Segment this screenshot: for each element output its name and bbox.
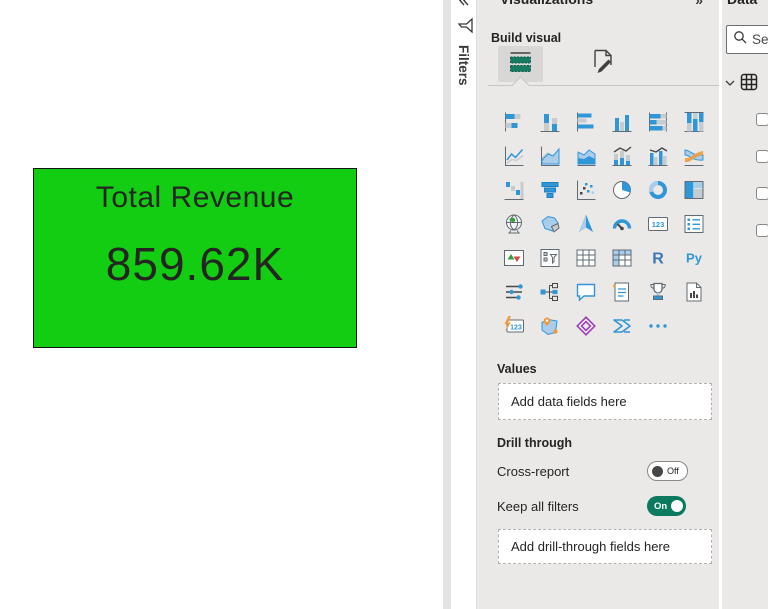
- matrix-icon[interactable]: [610, 246, 634, 270]
- r-script-visual-icon[interactable]: R: [646, 246, 670, 270]
- field-checkbox[interactable]: [756, 150, 768, 163]
- format-visual-icon: [587, 47, 617, 82]
- field-checkbox[interactable]: [756, 187, 768, 200]
- toggle-state-label: Off: [667, 466, 679, 476]
- field-checkbox[interactable]: [756, 224, 768, 237]
- ribbon-chart-icon[interactable]: [682, 144, 706, 168]
- visualizations-pane: Visualizations » Build visual 123 R Py123 …: [477, 0, 719, 609]
- paginated-report-icon[interactable]: [682, 280, 706, 304]
- more-options-icon[interactable]: [646, 314, 670, 338]
- report-canvas[interactable]: Total Revenue 859.62K: [0, 0, 443, 609]
- q-and-a-icon[interactable]: [574, 280, 598, 304]
- power-automate-icon[interactable]: [610, 314, 634, 338]
- keep-all-filters-label: Keep all filters: [497, 499, 579, 514]
- search-input[interactable]: [752, 32, 768, 47]
- values-section-heading: Values: [497, 362, 537, 376]
- data-search-box[interactable]: [726, 25, 768, 54]
- stacked-area-chart-icon[interactable]: [574, 144, 598, 168]
- cross-report-label: Cross-report: [497, 464, 570, 479]
- data-table-row[interactable]: [724, 73, 758, 96]
- filters-pane-label: Filters: [456, 45, 471, 86]
- data-pane-title: Data: [727, 0, 757, 7]
- build-visual-heading: Build visual: [491, 31, 562, 45]
- expand-filters-icon[interactable]: [457, 0, 470, 12]
- card-value: 859.62K: [105, 238, 285, 290]
- drill-through-drop-zone[interactable]: Add drill-through fields here: [498, 529, 712, 564]
- slicer-icon[interactable]: [538, 246, 562, 270]
- card-title: Total Revenue: [95, 181, 295, 214]
- stacked-column-chart-icon[interactable]: [538, 110, 562, 134]
- map-icon[interactable]: [502, 212, 526, 236]
- line-chart-icon[interactable]: [502, 144, 526, 168]
- hundred-percent-stacked-bar-chart-icon[interactable]: [646, 110, 670, 134]
- drill-through-heading: Drill through: [497, 436, 572, 450]
- smart-narrative-icon[interactable]: [610, 280, 634, 304]
- svg-text:123: 123: [510, 324, 522, 331]
- decomposition-tree-icon[interactable]: [538, 280, 562, 304]
- cross-report-toggle[interactable]: Off: [647, 461, 688, 481]
- filter-funnel-icon: [453, 17, 474, 34]
- toggle-knob: [652, 465, 663, 477]
- filled-map-icon[interactable]: [538, 212, 562, 236]
- funnel-chart-icon[interactable]: [538, 178, 562, 202]
- metrics-icon[interactable]: [646, 280, 670, 304]
- toggle-knob: [671, 500, 684, 512]
- gauge-icon[interactable]: [610, 212, 634, 236]
- arcgis-map-icon[interactable]: [538, 314, 562, 338]
- keep-all-filters-toggle[interactable]: On: [647, 496, 686, 516]
- treemap-icon[interactable]: [682, 178, 706, 202]
- field-checkbox[interactable]: [756, 113, 768, 126]
- donut-chart-icon[interactable]: [646, 178, 670, 202]
- clustered-column-chart-icon[interactable]: [610, 110, 634, 134]
- table-icon[interactable]: [574, 246, 598, 270]
- waterfall-chart-icon[interactable]: [502, 178, 526, 202]
- kpi-icon[interactable]: [502, 246, 526, 270]
- chevron-down-icon[interactable]: [724, 76, 736, 94]
- power-apps-icon[interactable]: [574, 314, 598, 338]
- format-visual-tab[interactable]: [586, 48, 618, 80]
- table-icon: [740, 73, 758, 96]
- svg-text:123: 123: [652, 220, 665, 229]
- card-visual[interactable]: Total Revenue 859.62K: [33, 168, 357, 348]
- hundred-percent-stacked-column-chart-icon[interactable]: [682, 110, 706, 134]
- search-icon: [733, 30, 747, 49]
- build-visual-icon: [507, 49, 534, 79]
- canvas-scrollbar[interactable]: [443, 0, 451, 609]
- pie-chart-icon[interactable]: [610, 178, 634, 202]
- values-drop-zone[interactable]: Add data fields here: [498, 383, 712, 420]
- python-visual-icon[interactable]: Py: [682, 246, 706, 270]
- filters-collapsed-pane[interactable]: Filters: [451, 0, 477, 609]
- clustered-bar-chart-icon[interactable]: [574, 110, 598, 134]
- collapse-visualizations-button[interactable]: »: [695, 0, 703, 8]
- new-slicer-icon[interactable]: [502, 280, 526, 304]
- line-and-clustered-column-chart-icon[interactable]: [646, 144, 670, 168]
- line-and-stacked-column-chart-icon[interactable]: [610, 144, 634, 168]
- card-icon[interactable]: 123: [646, 212, 670, 236]
- viz-gallery: 123 R Py 123: [502, 110, 718, 348]
- visualizations-pane-title: Visualizations: [500, 0, 593, 7]
- scatter-chart-icon[interactable]: [574, 178, 598, 202]
- toggle-state-label: On: [654, 500, 668, 512]
- area-chart-icon[interactable]: [538, 144, 562, 168]
- azure-map-icon[interactable]: [574, 212, 598, 236]
- multi-row-card-icon[interactable]: [682, 212, 706, 236]
- svg-text:Py: Py: [686, 251, 703, 266]
- new-card-icon[interactable]: 123: [502, 314, 526, 338]
- stacked-bar-chart-icon[interactable]: [502, 110, 526, 134]
- data-pane: Data: [722, 0, 768, 609]
- svg-text:R: R: [652, 251, 664, 268]
